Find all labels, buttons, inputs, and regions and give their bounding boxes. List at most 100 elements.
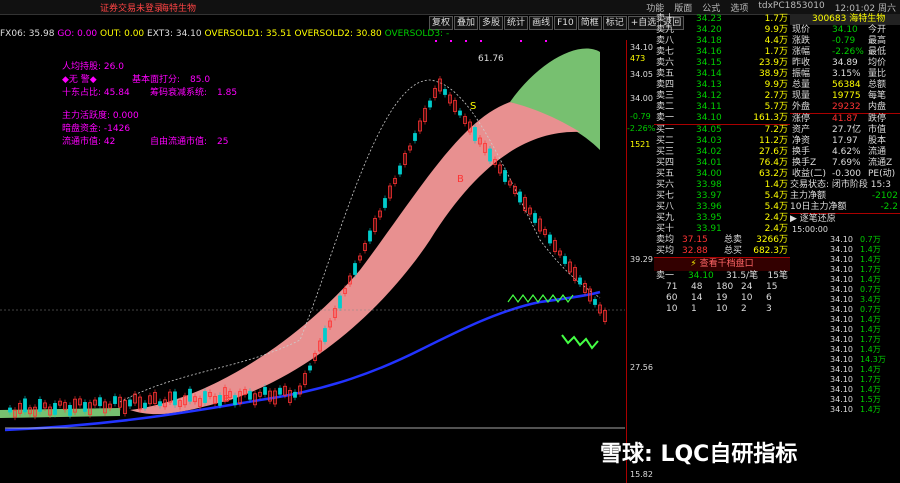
stats-label2: 基本面打分: xyxy=(132,75,181,85)
quote-key: 振幅 xyxy=(792,69,811,79)
ask-row[interactable]: 卖九 34.20 9.9万 xyxy=(654,25,790,36)
tick-volume: 1.4万 xyxy=(860,405,881,414)
ob-volume: 11.2万 xyxy=(758,136,788,146)
queue-cell: 14 xyxy=(691,293,703,303)
bid-row[interactable]: 买十 33.91 2.4万 xyxy=(654,224,790,235)
tick-row: 34.10 1.7万 xyxy=(790,375,900,385)
tick-price: 34.10 xyxy=(830,295,853,304)
ob-volume: 9.9万 xyxy=(764,25,788,35)
ob-price: 33.91 xyxy=(696,224,722,234)
ob-volume: 4.4万 xyxy=(764,36,788,46)
ob-volume: 76.4万 xyxy=(758,158,788,168)
bid-row[interactable]: 买九 33.95 2.4万 xyxy=(654,213,790,224)
tick-row: 34.10 14.3万 xyxy=(790,355,900,365)
green-zigzag-lower xyxy=(561,334,599,350)
menu-options[interactable]: 选项 xyxy=(730,1,748,14)
queue-cell: 3 xyxy=(766,304,772,314)
quote-key: 昨收 xyxy=(792,58,811,68)
login-warning[interactable]: 证券交易未登录 xyxy=(100,1,163,14)
indicator-oversold1: OVERSOLD1: 35.51 xyxy=(204,29,292,39)
ob-avg-label: 买均 xyxy=(656,246,675,256)
ob-label: 买八 xyxy=(656,202,675,212)
queue-cell: 10 xyxy=(716,304,728,314)
mark-button[interactable]: 标记 xyxy=(602,16,627,30)
indicator-oversold3: OVERSOLD3: - xyxy=(384,29,450,39)
indicator-out: OUT: 0.00 xyxy=(100,29,145,39)
f10-button[interactable]: F10 xyxy=(554,16,577,30)
multi-stock-button[interactable]: 多股 xyxy=(479,16,504,30)
quote-key: 涨幅 xyxy=(792,47,811,57)
ob-price: 34.12 xyxy=(696,91,722,101)
ask-row[interactable]: 卖十 34.23 1.7万 xyxy=(654,14,790,25)
ob-label: 卖九 xyxy=(656,25,675,35)
ob-price: 33.95 xyxy=(696,213,722,223)
indicator-name[interactable]: FX06: 35.98 xyxy=(0,29,54,39)
draw-line-button[interactable]: 画线 xyxy=(529,16,554,30)
quote-key2: 最低 xyxy=(868,47,887,57)
bid-row[interactable]: 买六 33.98 1.4万 xyxy=(654,180,790,191)
tick-row: 34.10 1.4万 xyxy=(790,405,900,415)
ob-label: 买三 xyxy=(656,147,675,157)
candlestick-chart[interactable]: 61.76 S B B xyxy=(0,40,625,483)
ob-price: 34.11 xyxy=(696,102,722,112)
ask-row[interactable]: 卖二 34.11 5.7万 xyxy=(654,102,790,113)
ask-row[interactable]: 卖七 34.16 1.7万 xyxy=(654,47,790,58)
ask-row[interactable]: 卖六 34.15 23.9万 xyxy=(654,58,790,69)
ob-label: 买一 xyxy=(656,125,675,135)
toolbar-buttons: 复权 叠加 多股 统计 画线 F10 简框 标记 +自选 返回 xyxy=(428,16,685,30)
bid-row[interactable]: 买八 33.96 5.4万 xyxy=(654,202,790,213)
ob-price: 34.13 xyxy=(696,80,722,90)
tick-list[interactable]: 15:00:00 34.10 0.7万 34.10 1.4万 34.10 1.4万 34.10… xyxy=(790,225,900,415)
ob-avg-label: 卖均 xyxy=(656,235,675,245)
tick-row: 34.10 1.7万 xyxy=(790,265,900,275)
tick-price: 34.10 xyxy=(830,345,853,354)
restore-rights-button[interactable]: 复权 xyxy=(429,16,454,30)
bid-row[interactable]: 买五 34.00 63.2万 xyxy=(654,169,790,180)
queue-cell: 2 xyxy=(741,304,747,314)
bid-row[interactable]: 买七 33.97 5.4万 xyxy=(654,191,790,202)
menu-layout[interactable]: 版面 xyxy=(674,1,692,14)
simple-frame-button[interactable]: 简框 xyxy=(577,16,602,30)
ask-row[interactable]: 卖三 34.12 2.7万 xyxy=(654,91,790,102)
quote-row: 收益(二) -0.300 PE(动) xyxy=(790,169,900,180)
ob-volume: 1.7万 xyxy=(764,14,788,24)
tick-price: 34.10 xyxy=(830,405,853,414)
ob-volume: 9.9万 xyxy=(764,80,788,90)
ob-price: 34.16 xyxy=(696,47,722,57)
ask-row[interactable]: 卖一 34.10 161.3万 xyxy=(654,113,790,124)
ask-row[interactable]: 卖五 34.14 38.9万 xyxy=(654,69,790,80)
overlay-button[interactable]: 叠加 xyxy=(454,16,479,30)
ob-label: 卖五 xyxy=(656,69,675,79)
bid-row[interactable]: 买三 34.02 27.6万 xyxy=(654,147,790,158)
menu-function[interactable]: 功能 xyxy=(646,1,664,14)
signal-b-upper: B xyxy=(457,174,464,185)
stats-row: 十东占比: 45.84 筹码衰减系统: 1.85 xyxy=(62,88,237,100)
ob-label: 买十 xyxy=(656,224,675,234)
bid-row[interactable]: 买四 34.01 76.4万 xyxy=(654,158,790,169)
ob-price: 34.02 xyxy=(696,147,722,157)
view-depth-button[interactable]: ⚡ 查看千档盘口 xyxy=(654,257,790,271)
signal-s: S xyxy=(470,101,476,112)
bid-row[interactable]: 买二 34.03 11.2万 xyxy=(654,136,790,147)
quote-key: 资产 xyxy=(792,125,811,135)
quote-value: 41.87 xyxy=(832,114,858,124)
tick-row: 34.10 1.4万 xyxy=(790,345,900,355)
ask-row[interactable]: 卖八 34.18 4.4万 xyxy=(654,36,790,47)
stats-label2: 自由流通市值: xyxy=(150,137,208,147)
stats-button[interactable]: 统计 xyxy=(504,16,529,30)
main-net10-value: -2.2 xyxy=(880,202,898,212)
tick-row: 34.10 3.4万 xyxy=(790,295,900,305)
ask-row[interactable]: 卖四 34.13 9.9万 xyxy=(654,80,790,91)
menu-formula[interactable]: 公式 xyxy=(702,1,720,14)
bid-row[interactable]: 买一 34.05 7.2万 xyxy=(654,125,790,136)
ticks-title[interactable]: ▶ 逐笔还原 xyxy=(790,213,900,225)
tick-volume: 1.7万 xyxy=(860,375,881,384)
queue-row: 10 1 10 2 3 xyxy=(654,304,790,315)
tick-row: 34.10 1.5万 xyxy=(790,395,900,405)
clock: 12:01:02 周六 xyxy=(834,4,896,14)
level1-price: 34.10 xyxy=(688,271,714,281)
queue-cell: 48 xyxy=(691,282,703,292)
ob-label: 卖六 xyxy=(656,58,675,68)
y-tick: -2.26% xyxy=(627,124,656,133)
main-net10-label: 10日主力净额 xyxy=(790,202,847,212)
